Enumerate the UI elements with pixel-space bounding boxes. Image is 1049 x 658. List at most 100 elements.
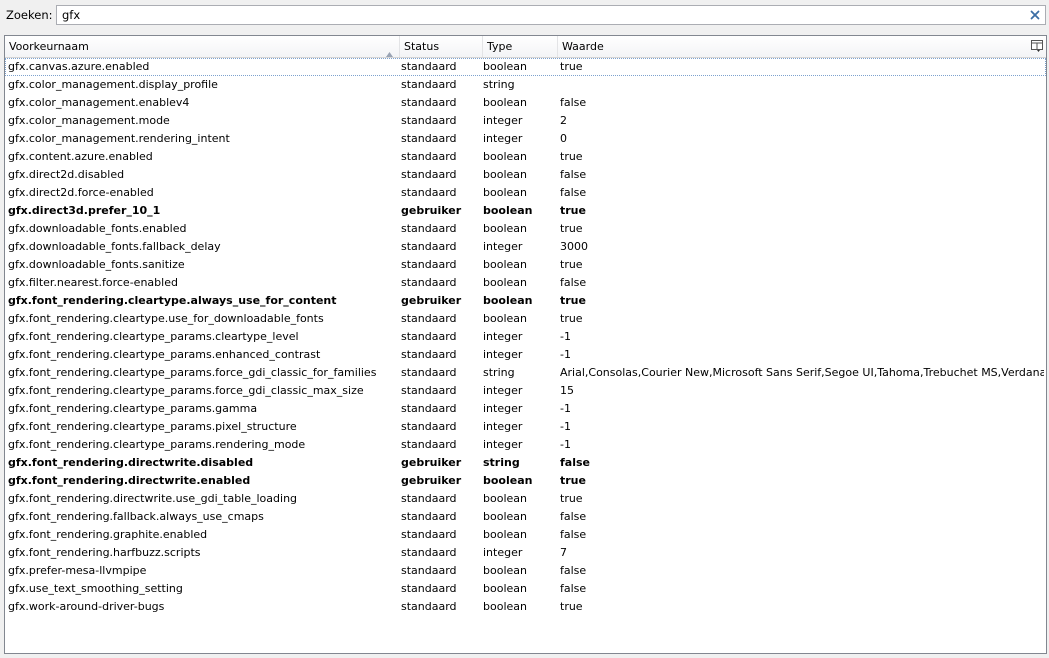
table-row[interactable]: gfx.color_management.display_profile stan… bbox=[5, 76, 1046, 94]
table-row[interactable]: gfx.prefer-mesa-llvmpipe standaard boolean… bbox=[5, 562, 1046, 580]
pref-status-cell: standaard bbox=[401, 150, 457, 163]
table-row[interactable]: gfx.font_rendering.cleartype_params.forc… bbox=[5, 382, 1046, 400]
pref-type-cell: integer bbox=[483, 546, 523, 559]
pref-value-cell: Arial,Consolas,Courier New,Microsoft San… bbox=[560, 366, 1044, 379]
pref-type-cell: boolean bbox=[483, 150, 527, 163]
table-row[interactable]: gfx.work-around-driver-bugs standaard bool… bbox=[5, 598, 1046, 616]
pref-value-cell: -1 bbox=[560, 420, 571, 433]
pref-status-cell: standaard bbox=[401, 60, 457, 73]
pref-name-cell: gfx.direct2d.force-enabled bbox=[8, 186, 154, 199]
pref-value-cell: true bbox=[560, 150, 583, 163]
column-header-status[interactable]: Status bbox=[400, 36, 483, 57]
pref-name-cell: gfx.font_rendering.directwrite.disabled bbox=[8, 456, 254, 469]
column-header-type-label: Type bbox=[487, 40, 513, 53]
pref-value-cell: false bbox=[560, 528, 587, 541]
column-header-value-label: Waarde bbox=[562, 40, 604, 53]
pref-status-cell: gebruiker bbox=[401, 204, 462, 217]
pref-value-cell: false bbox=[560, 510, 587, 523]
pref-status-cell: standaard bbox=[401, 312, 457, 325]
table-row[interactable]: gfx.font_rendering.fallback.always_use_c… bbox=[5, 508, 1046, 526]
pref-value-cell: true bbox=[560, 312, 583, 325]
pref-value-cell: true bbox=[560, 492, 583, 505]
pref-name-cell: gfx.font_rendering.cleartype_params.pixe… bbox=[8, 420, 297, 433]
pref-type-cell: boolean bbox=[483, 186, 527, 199]
table-row[interactable]: gfx.color_management.mode standaard intege… bbox=[5, 112, 1046, 130]
pref-status-cell: standaard bbox=[401, 168, 457, 181]
pref-status-cell: standaard bbox=[401, 384, 457, 397]
table-row[interactable]: gfx.font_rendering.harfbuzz.scripts stand… bbox=[5, 544, 1046, 562]
pref-name-cell: gfx.downloadable_fonts.enabled bbox=[8, 222, 187, 235]
column-header-value[interactable]: Waarde bbox=[558, 36, 1046, 57]
pref-name-cell: gfx.downloadable_fonts.fallback_delay bbox=[8, 240, 221, 253]
column-header-type[interactable]: Type bbox=[483, 36, 558, 57]
table-row[interactable]: gfx.color_management.enablev4 standaard bo… bbox=[5, 94, 1046, 112]
column-header-bar: Voorkeurnaam Status Type Waarde bbox=[5, 36, 1046, 58]
table-row[interactable]: gfx.font_rendering.directwrite.use_gdi_t… bbox=[5, 490, 1046, 508]
table-row[interactable]: gfx.canvas.azure.enabled standaard boolean… bbox=[5, 58, 1046, 76]
pref-value-cell: false bbox=[560, 96, 587, 109]
pref-type-cell: integer bbox=[483, 114, 523, 127]
table-row[interactable]: gfx.direct2d.force-enabled standaard boole… bbox=[5, 184, 1046, 202]
pref-type-cell: string bbox=[483, 456, 520, 469]
column-header-name[interactable]: Voorkeurnaam bbox=[5, 36, 400, 57]
table-row[interactable]: gfx.font_rendering.directwrite.enabled ge… bbox=[5, 472, 1046, 490]
table-row[interactable]: gfx.use_text_smoothing_setting standaard b… bbox=[5, 580, 1046, 598]
search-label: Zoeken: bbox=[6, 8, 53, 22]
pref-type-cell: boolean bbox=[483, 312, 527, 325]
pref-value-cell: 0 bbox=[560, 132, 567, 145]
pref-type-cell: integer bbox=[483, 348, 523, 361]
pref-value-cell: false bbox=[560, 276, 587, 289]
pref-status-cell: standaard bbox=[401, 258, 457, 271]
pref-name-cell: gfx.direct2d.disabled bbox=[8, 168, 125, 181]
table-row[interactable]: gfx.content.azure.enabled standaard boolea… bbox=[5, 148, 1046, 166]
table-row[interactable]: gfx.direct3d.prefer_10_1 gebruiker boolean… bbox=[5, 202, 1046, 220]
pref-status-cell: standaard bbox=[401, 222, 457, 235]
pref-name-cell: gfx.font_rendering.harfbuzz.scripts bbox=[8, 546, 201, 559]
column-picker-icon[interactable] bbox=[1031, 40, 1043, 55]
pref-status-cell: standaard bbox=[401, 96, 457, 109]
table-row[interactable]: gfx.direct2d.disabled standaard boolean fal… bbox=[5, 166, 1046, 184]
pref-value-cell: false bbox=[560, 168, 587, 181]
pref-name-cell: gfx.downloadable_fonts.sanitize bbox=[8, 258, 185, 271]
pref-type-cell: integer bbox=[483, 420, 523, 433]
pref-type-cell: boolean bbox=[483, 492, 527, 505]
clear-search-icon[interactable] bbox=[1028, 8, 1042, 22]
table-row[interactable]: gfx.filter.nearest.force-enabled standaar… bbox=[5, 274, 1046, 292]
pref-name-cell: gfx.color_management.enablev4 bbox=[8, 96, 190, 109]
table-row[interactable]: gfx.font_rendering.cleartype_params.pixe… bbox=[5, 418, 1046, 436]
pref-value-cell: 15 bbox=[560, 384, 574, 397]
table-row[interactable]: gfx.font_rendering.directwrite.disabled g… bbox=[5, 454, 1046, 472]
preferences-tree[interactable]: Voorkeurnaam Status Type Waarde gfx.canv… bbox=[4, 35, 1047, 654]
pref-status-cell: standaard bbox=[401, 528, 457, 541]
pref-status-cell: gebruiker bbox=[401, 474, 462, 487]
search-input[interactable] bbox=[57, 6, 1022, 24]
pref-status-cell: standaard bbox=[401, 438, 457, 451]
pref-value-cell: true bbox=[560, 60, 583, 73]
pref-type-cell: integer bbox=[483, 402, 523, 415]
table-row[interactable]: gfx.font_rendering.graphite.enabled stand… bbox=[5, 526, 1046, 544]
table-row[interactable]: gfx.downloadable_fonts.sanitize standaard… bbox=[5, 256, 1046, 274]
pref-type-cell: boolean bbox=[483, 204, 533, 217]
preferences-list: gfx.canvas.azure.enabled standaard boolean… bbox=[5, 58, 1046, 616]
table-row[interactable]: gfx.downloadable_fonts.fallback_delay sta… bbox=[5, 238, 1046, 256]
pref-name-cell: gfx.font_rendering.directwrite.enabled bbox=[8, 474, 251, 487]
table-row[interactable]: gfx.font_rendering.cleartype.use_for_dow… bbox=[5, 310, 1046, 328]
pref-type-cell: boolean bbox=[483, 258, 527, 271]
pref-status-cell: standaard bbox=[401, 78, 457, 91]
table-row[interactable]: gfx.font_rendering.cleartype_params.gamm… bbox=[5, 400, 1046, 418]
pref-value-cell: true bbox=[560, 222, 583, 235]
pref-value-cell: true bbox=[560, 204, 586, 217]
table-row[interactable]: gfx.font_rendering.cleartype_params.clea… bbox=[5, 328, 1046, 346]
table-row[interactable]: gfx.font_rendering.cleartype_params.rend… bbox=[5, 436, 1046, 454]
pref-value-cell: true bbox=[560, 474, 586, 487]
table-row[interactable]: gfx.downloadable_fonts.enabled standaard b… bbox=[5, 220, 1046, 238]
pref-type-cell: integer bbox=[483, 132, 523, 145]
pref-status-cell: standaard bbox=[401, 420, 457, 433]
table-row[interactable]: gfx.font_rendering.cleartype.always_use_… bbox=[5, 292, 1046, 310]
table-row[interactable]: gfx.color_management.rendering_intent sta… bbox=[5, 130, 1046, 148]
pref-type-cell: string bbox=[483, 366, 515, 379]
table-row[interactable]: gfx.font_rendering.cleartype_params.forc… bbox=[5, 364, 1046, 382]
pref-type-cell: boolean bbox=[483, 564, 527, 577]
search-field[interactable] bbox=[56, 5, 1046, 25]
table-row[interactable]: gfx.font_rendering.cleartype_params.enha… bbox=[5, 346, 1046, 364]
